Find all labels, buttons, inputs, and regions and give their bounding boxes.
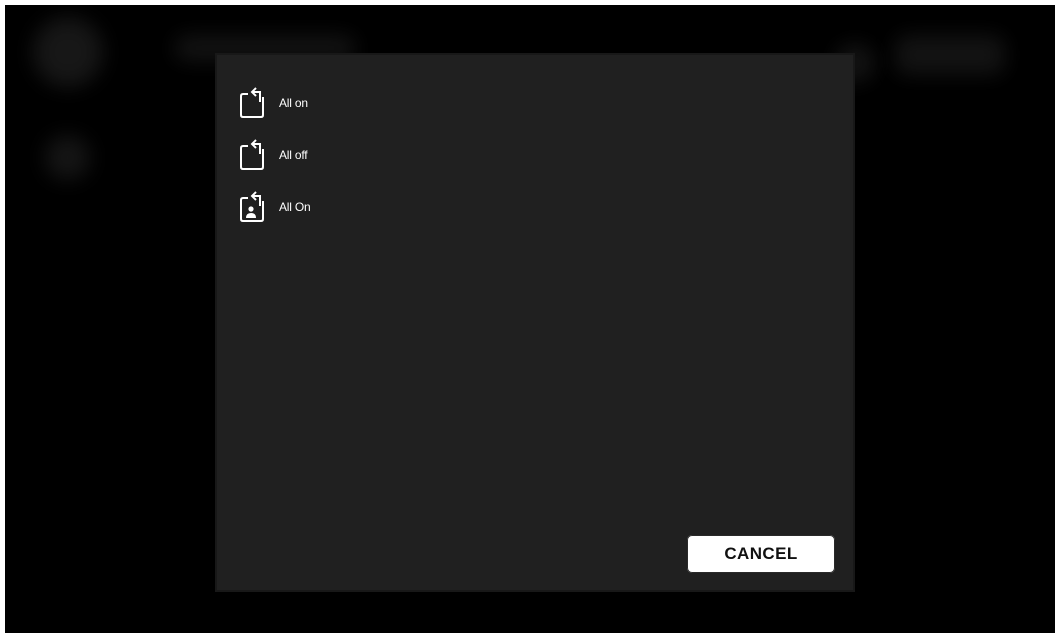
- rotate-left-person-icon: [239, 190, 269, 224]
- menu-item-label: All On: [279, 200, 311, 214]
- options-menu: All on All off All On: [239, 77, 853, 233]
- blurred-icon: [45, 135, 90, 180]
- screen-background: All on All off All On CANCEL: [5, 5, 1055, 633]
- rotate-left-icon: [239, 86, 269, 120]
- menu-item-label: All off: [279, 148, 308, 162]
- blurred-action-button: [895, 35, 1005, 75]
- rotate-left-icon: [239, 138, 269, 172]
- menu-item-all-on-person[interactable]: All On: [239, 181, 853, 233]
- menu-item-label: All on: [279, 96, 308, 110]
- menu-item-all-off[interactable]: All off: [239, 129, 853, 181]
- options-dialog: All on All off All On CANCEL: [217, 55, 853, 590]
- blurred-avatar: [33, 17, 103, 87]
- menu-item-all-on[interactable]: All on: [239, 77, 853, 129]
- cancel-button[interactable]: CANCEL: [687, 535, 835, 573]
